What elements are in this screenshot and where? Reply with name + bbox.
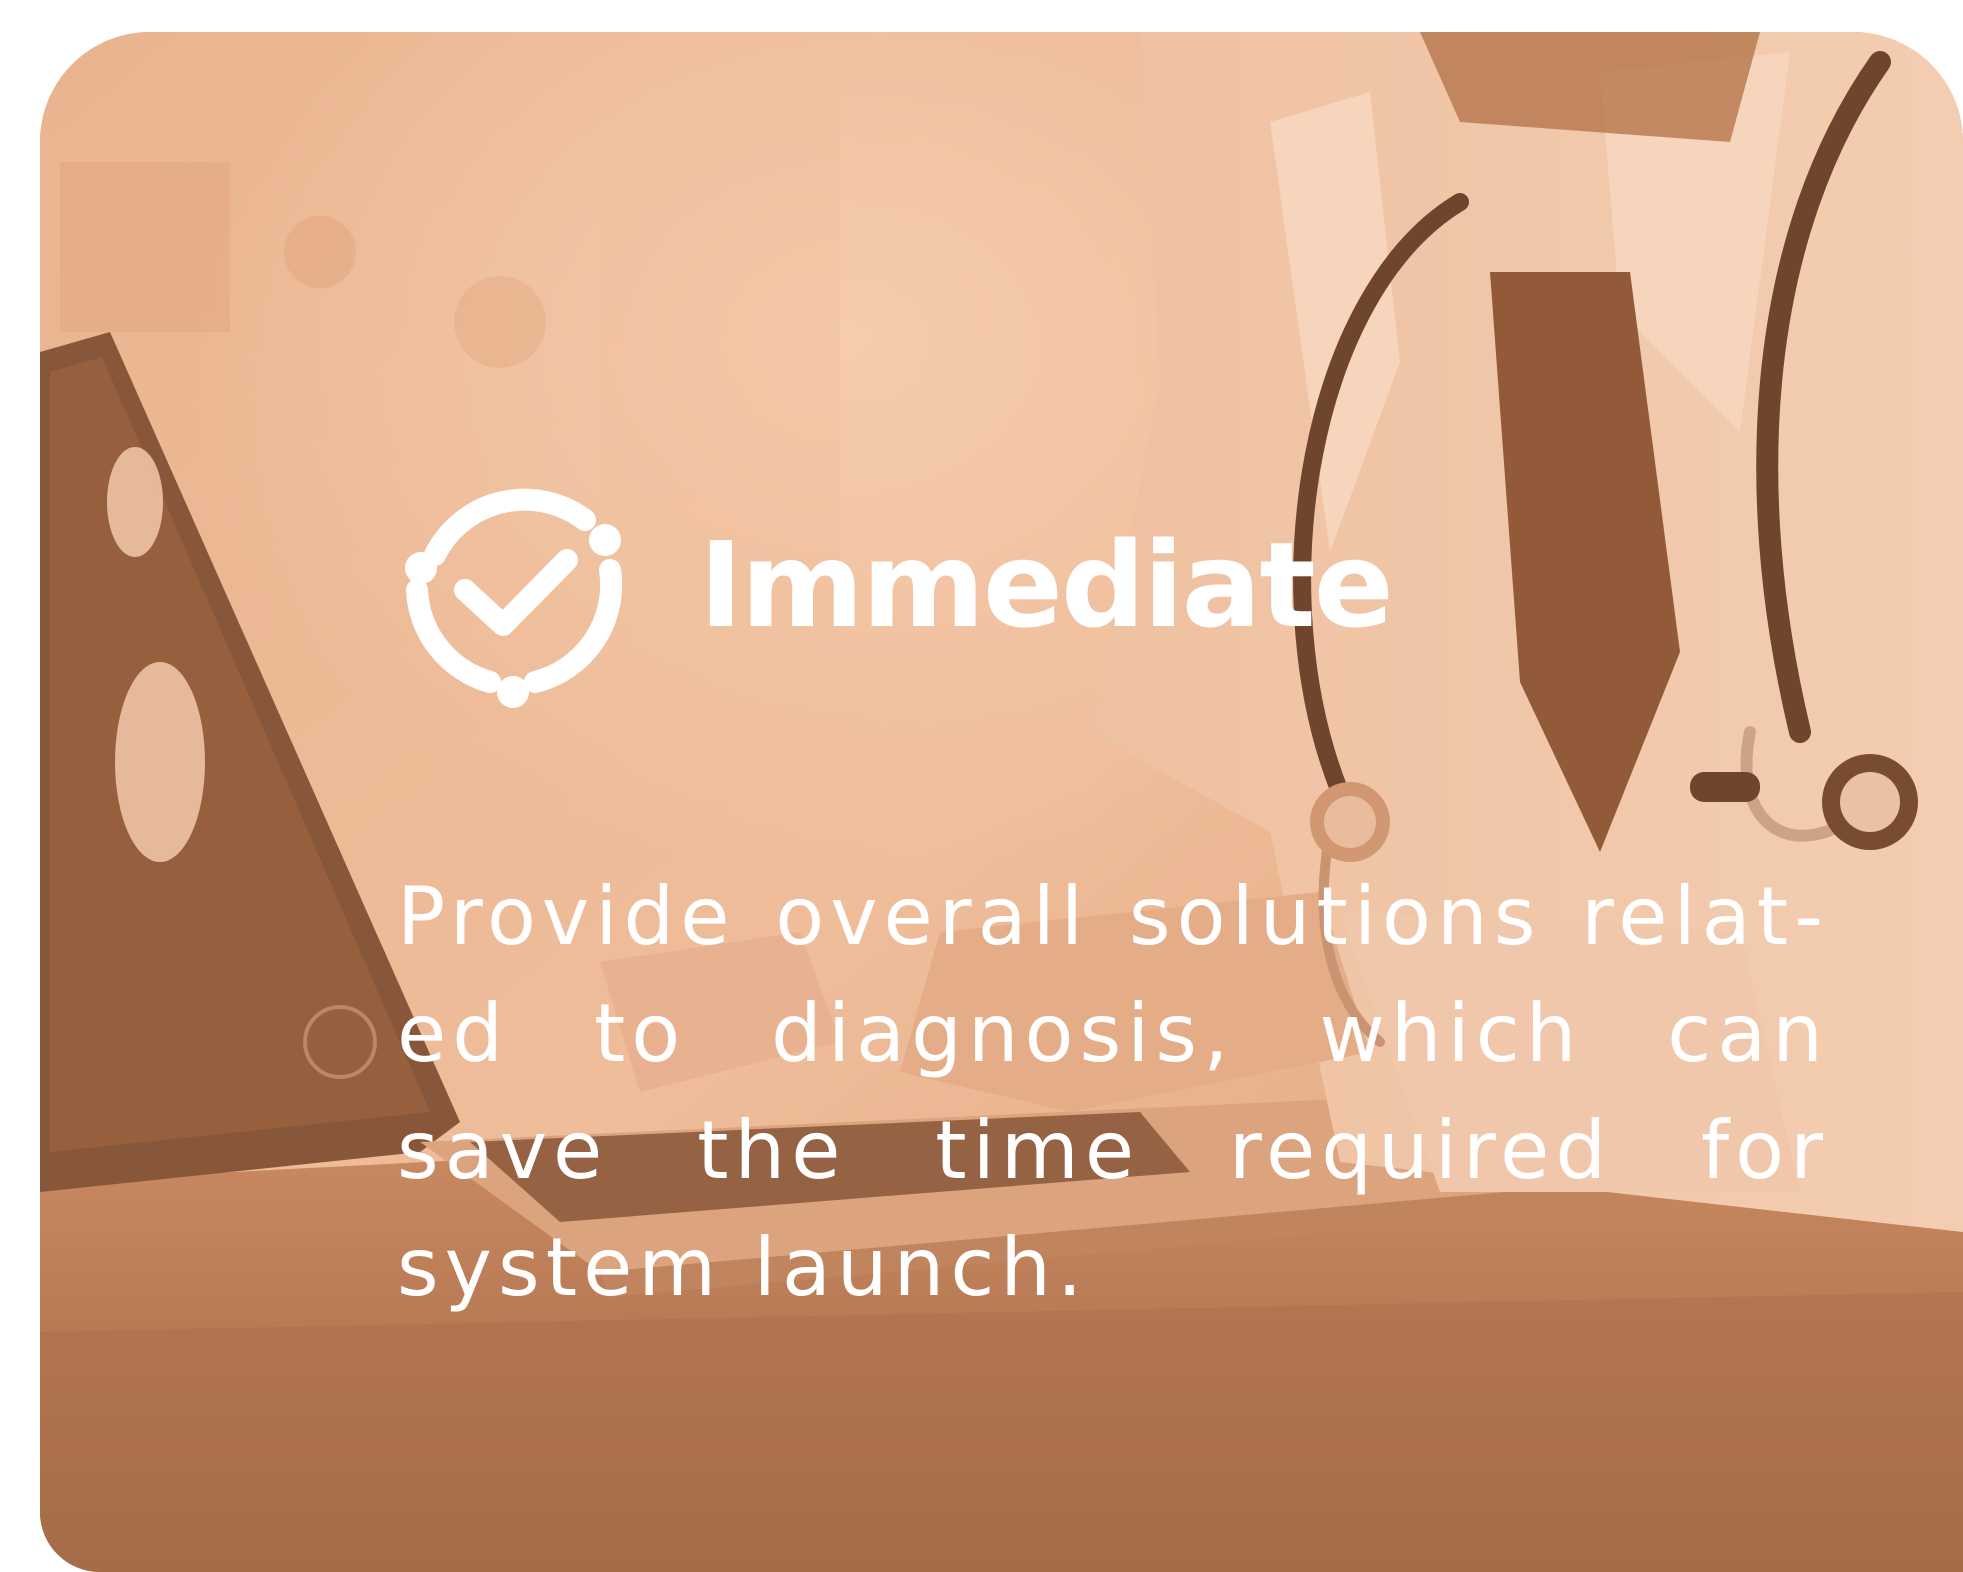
feature-card: Immediate Provide overall solutions rela… xyxy=(40,32,1963,1572)
check-cycle-icon xyxy=(405,488,623,708)
feature-title: Immediate xyxy=(699,516,1394,654)
feature-title-row: Immediate xyxy=(395,485,1394,708)
description-line: the time required for system xyxy=(397,1104,1829,1314)
description-line: Provide overall solutions relat- xyxy=(397,870,1829,963)
doctor-laptop-photo xyxy=(40,32,1963,1572)
description-line: launch. xyxy=(753,1221,1089,1314)
feature-description: Provide overall solutions relat- ed to d… xyxy=(397,858,1829,1326)
